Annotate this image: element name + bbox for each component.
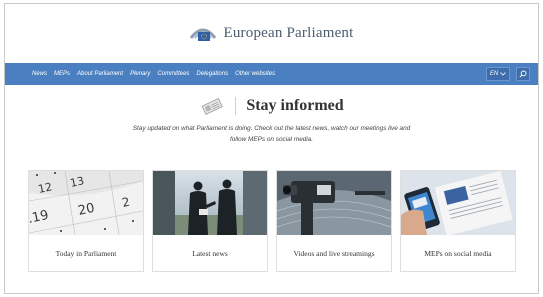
card-label: MEPs on social media bbox=[424, 249, 492, 258]
site-header: European Parliament bbox=[5, 4, 538, 63]
search-icon bbox=[519, 70, 527, 78]
intro-line-1: Stay updated on what Parliament is doing… bbox=[132, 125, 411, 132]
nav-item-committees[interactable]: Committees bbox=[157, 71, 189, 77]
nav-item-plenary[interactable]: Plenary bbox=[130, 71, 150, 77]
chevron-down-icon bbox=[500, 72, 506, 76]
calendar-image: 12 13 .19 20 2 bbox=[29, 171, 143, 235]
nav-item-delegations[interactable]: Delegations bbox=[196, 71, 228, 77]
main-navigation: News MEPs About Parliament Plenary Committee… bbox=[5, 63, 538, 85]
nav-item-about-parliament[interactable]: About Parliament bbox=[77, 71, 123, 77]
section-intro: Stay updated on what Parliament is doing… bbox=[102, 123, 442, 145]
card-label: Videos and live streamings bbox=[293, 249, 375, 258]
stay-informed-cards: 12 13 .19 20 2 Today in Parliament Lates… bbox=[28, 170, 516, 272]
nav-menu: News MEPs About Parliament Plenary Committee… bbox=[32, 71, 486, 77]
nav-item-other-websites[interactable]: Other websites bbox=[235, 71, 275, 77]
card-meps-on-social-media[interactable]: MEPs on social media bbox=[400, 170, 516, 272]
card-videos-live-streamings[interactable]: Videos and live streamings bbox=[276, 170, 392, 272]
section-title: Stay informed bbox=[246, 97, 344, 114]
nav-item-meps[interactable]: MEPs bbox=[54, 71, 70, 77]
nav-item-news[interactable]: News bbox=[32, 71, 47, 77]
language-selector[interactable]: EN bbox=[486, 67, 510, 81]
parliament-logo-icon bbox=[190, 28, 217, 41]
phone-newspaper-image bbox=[401, 171, 515, 235]
heading-divider bbox=[235, 97, 237, 115]
card-label: Today in Parliament bbox=[55, 249, 117, 258]
stay-informed-heading: Stay informed bbox=[5, 97, 538, 115]
card-label: Latest news bbox=[192, 249, 228, 258]
search-button[interactable] bbox=[516, 67, 530, 81]
camera-hemicycle-image bbox=[277, 171, 391, 235]
site-title: European Parliament bbox=[223, 25, 354, 41]
card-today-in-parliament[interactable]: 12 13 .19 20 2 Today in Parliament bbox=[28, 170, 144, 272]
intro-line-2: follow MEPs on social media. bbox=[229, 136, 314, 143]
site-logo[interactable]: European Parliament bbox=[189, 24, 353, 44]
newspaper-icon bbox=[201, 98, 224, 115]
language-label: EN bbox=[489, 71, 499, 77]
card-latest-news[interactable]: Latest news bbox=[152, 170, 268, 272]
people-silhouette-image bbox=[153, 171, 267, 235]
